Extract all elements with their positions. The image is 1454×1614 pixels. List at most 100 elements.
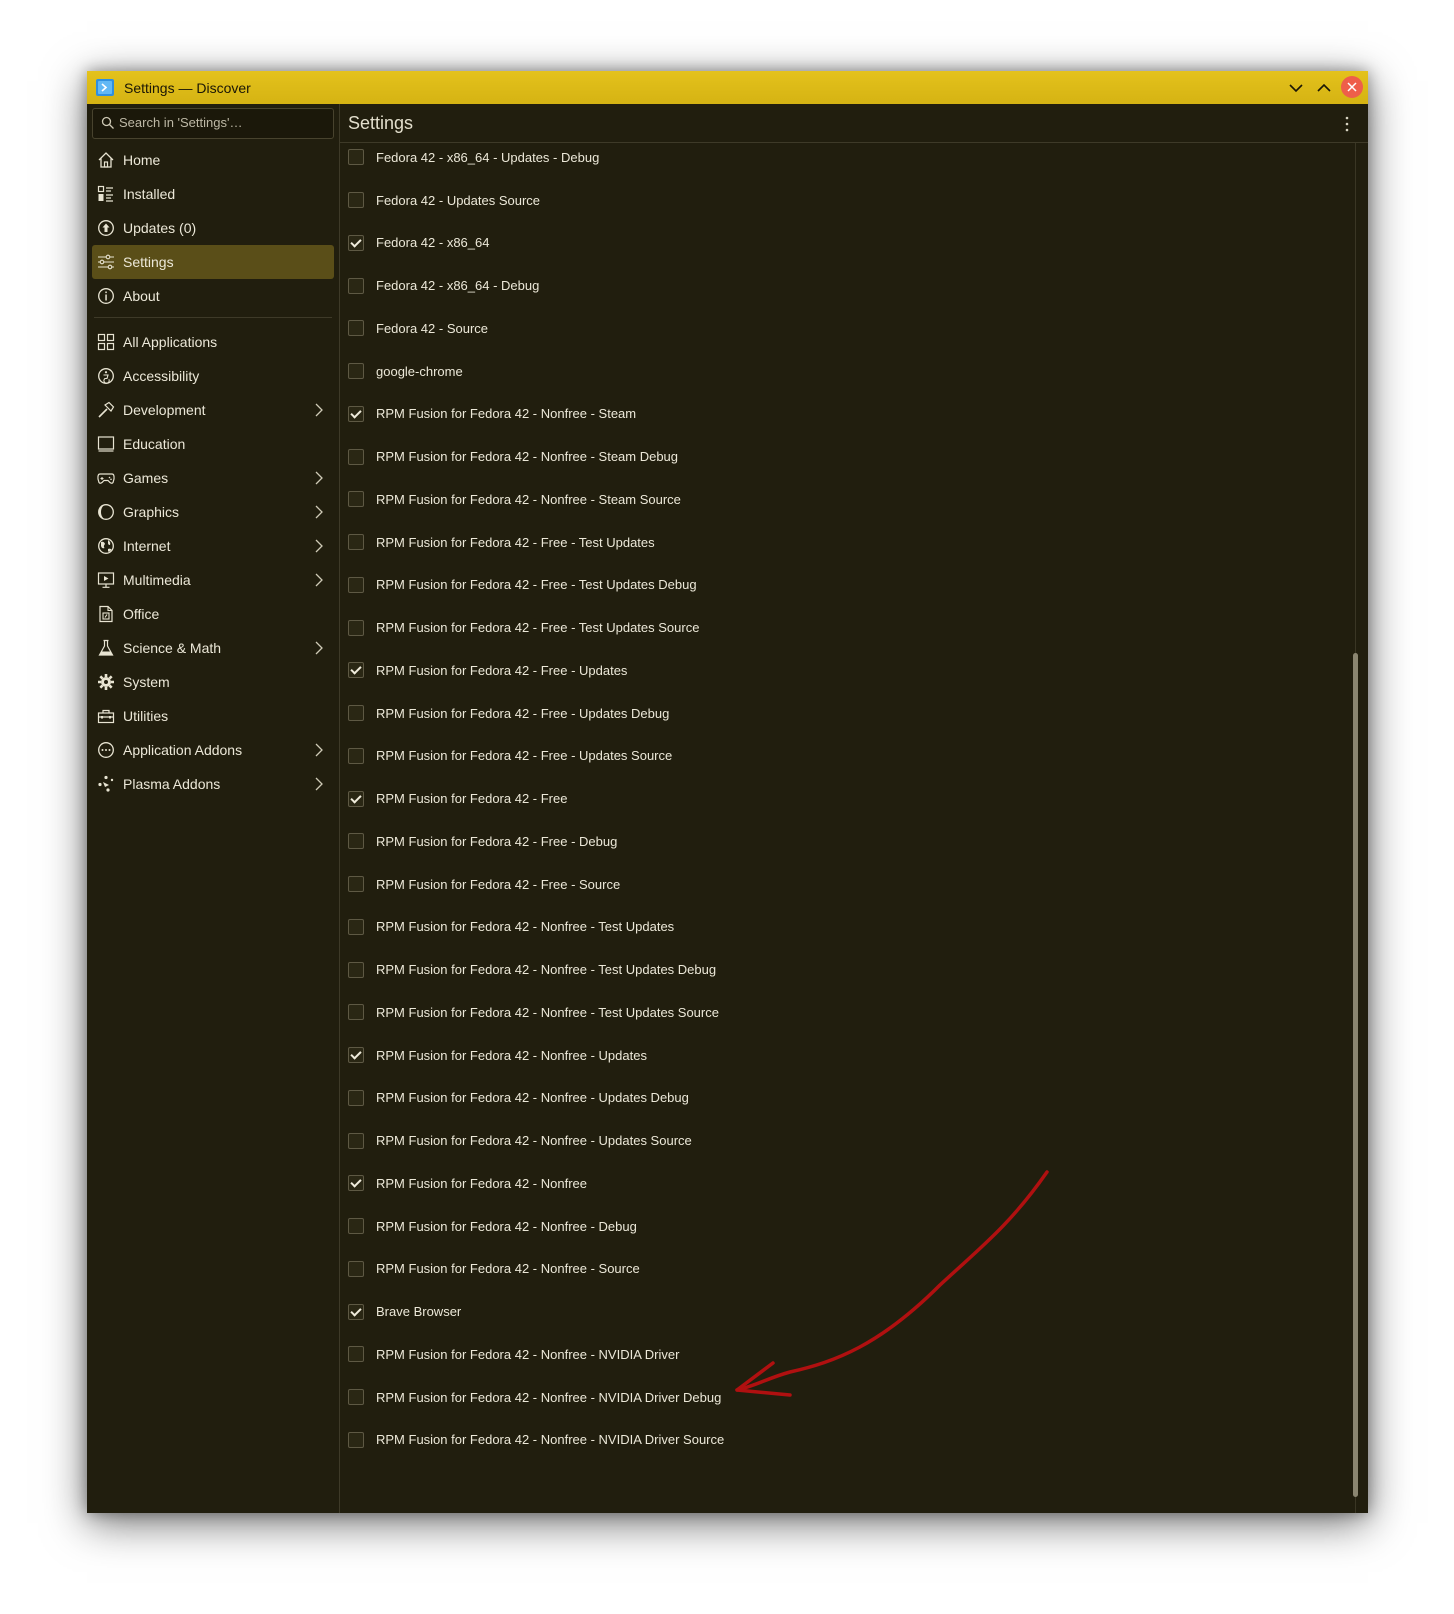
repository-row[interactable]: RPM Fusion for Fedora 42 - Nonfree - Ste… — [340, 478, 1300, 521]
sidebar-item-label: System — [123, 674, 170, 690]
repository-checkbox[interactable] — [348, 1004, 364, 1021]
sidebar-item-settings[interactable]: Settings — [92, 245, 334, 279]
repository-row[interactable]: Fedora 42 - x86_64 - Debug — [340, 264, 1300, 307]
sidebar-item-all-applications[interactable]: All Applications — [92, 325, 334, 359]
repository-checkbox[interactable] — [348, 405, 364, 422]
repository-row[interactable]: RPM Fusion for Fedora 42 - Free - Debug — [340, 820, 1300, 863]
repository-row[interactable]: RPM Fusion for Fedora 42 - Free - Update… — [340, 692, 1300, 735]
scrollbar-thumb[interactable] — [1353, 653, 1358, 1497]
repository-row[interactable]: RPM Fusion for Fedora 42 - Free - Test U… — [340, 521, 1300, 564]
repository-checkbox[interactable] — [348, 149, 364, 166]
sidebar-item-graphics[interactable]: Graphics — [92, 495, 334, 529]
repository-checkbox[interactable] — [348, 961, 364, 978]
sidebar-item-home[interactable]: Home — [92, 143, 334, 177]
title-bar[interactable]: Settings — Discover — [87, 71, 1368, 104]
repository-checkbox[interactable] — [348, 1175, 364, 1192]
repository-checkbox[interactable] — [348, 662, 364, 679]
sidebar-item-system[interactable]: System — [92, 665, 334, 699]
repository-checkbox[interactable] — [348, 747, 364, 764]
repository-checkbox[interactable] — [348, 1089, 364, 1106]
repository-row[interactable]: RPM Fusion for Fedora 42 - Free - Source — [340, 863, 1300, 906]
repository-row[interactable]: Fedora 42 - Source — [340, 307, 1300, 350]
sidebar-item-label: Updates (0) — [123, 220, 197, 236]
sidebar-item-application-addons[interactable]: Application Addons — [92, 733, 334, 767]
repository-row[interactable]: RPM Fusion for Fedora 42 - Nonfree - NVI… — [340, 1376, 1300, 1419]
kebab-menu-icon[interactable] — [1339, 114, 1355, 134]
sidebar-item-internet[interactable]: Internet — [92, 529, 334, 563]
sidebar-item-development[interactable]: Development — [92, 393, 334, 427]
maximize-icon[interactable] — [1313, 77, 1335, 99]
repository-checkbox[interactable] — [348, 918, 364, 935]
repository-checkbox[interactable] — [348, 1389, 364, 1406]
repository-checkbox[interactable] — [348, 833, 364, 850]
repository-row[interactable]: RPM Fusion for Fedora 42 - Nonfree - Tes… — [340, 991, 1300, 1034]
repository-label: RPM Fusion for Fedora 42 - Free - Update… — [376, 662, 628, 678]
repository-row[interactable]: RPM Fusion for Fedora 42 - Nonfree - Ste… — [340, 393, 1300, 436]
repository-checkbox[interactable] — [348, 1346, 364, 1363]
repository-row[interactable]: Fedora 42 - x86_64 - Updates - Debug — [340, 143, 1300, 179]
sidebar-item-updates[interactable]: Updates (0) — [92, 211, 334, 245]
repository-row[interactable]: RPM Fusion for Fedora 42 - Nonfree — [340, 1162, 1300, 1205]
repository-checkbox[interactable] — [348, 277, 364, 294]
repository-row[interactable]: google-chrome — [340, 350, 1300, 393]
repository-row[interactable]: Fedora 42 - x86_64 — [340, 222, 1300, 265]
repository-row[interactable]: Fedora 42 - Updates Source — [340, 179, 1300, 222]
info-icon — [97, 287, 115, 305]
sidebar-item-education[interactable]: Education — [92, 427, 334, 461]
repository-label: Fedora 42 - x86_64 - Updates - Debug — [376, 149, 600, 165]
close-icon[interactable] — [1341, 76, 1363, 98]
repository-row[interactable]: RPM Fusion for Fedora 42 - Nonfree - NVI… — [340, 1419, 1300, 1462]
search-input[interactable] — [119, 109, 324, 136]
repository-row[interactable]: RPM Fusion for Fedora 42 - Free — [340, 777, 1300, 820]
repository-row[interactable]: RPM Fusion for Fedora 42 - Free - Test U… — [340, 564, 1300, 607]
sidebar-item-multimedia[interactable]: Multimedia — [92, 563, 334, 597]
repository-checkbox[interactable] — [348, 192, 364, 209]
search-box[interactable] — [92, 108, 334, 139]
sidebar-item-utilities[interactable]: Utilities — [92, 699, 334, 733]
repository-row[interactable]: RPM Fusion for Fedora 42 - Free - Test U… — [340, 606, 1300, 649]
minimize-icon[interactable] — [1285, 77, 1307, 99]
repository-checkbox[interactable] — [348, 1132, 364, 1149]
repository-checkbox[interactable] — [348, 1303, 364, 1320]
sidebar-item-plasma-addons[interactable]: Plasma Addons — [92, 767, 334, 801]
repository-checkbox[interactable] — [348, 1431, 364, 1448]
repository-checkbox[interactable] — [348, 876, 364, 893]
repository-checkbox[interactable] — [348, 491, 364, 508]
repository-row[interactable]: RPM Fusion for Fedora 42 - Nonfree - Deb… — [340, 1205, 1300, 1248]
repository-checkbox[interactable] — [348, 1218, 364, 1235]
chevron-right-icon — [312, 504, 326, 520]
repository-row[interactable]: RPM Fusion for Fedora 42 - Nonfree - Upd… — [340, 1119, 1300, 1162]
repository-row[interactable]: RPM Fusion for Fedora 42 - Nonfree - Upd… — [340, 1034, 1300, 1077]
installed-list-icon — [97, 185, 115, 203]
repository-row[interactable]: Brave Browser — [340, 1290, 1300, 1333]
repository-label: Fedora 42 - x86_64 — [376, 235, 490, 251]
repository-checkbox[interactable] — [348, 234, 364, 251]
sidebar-item-office[interactable]: Office — [92, 597, 334, 631]
repository-checkbox[interactable] — [348, 790, 364, 807]
repository-label: RPM Fusion for Fedora 42 - Free - Update… — [376, 748, 673, 764]
repository-checkbox[interactable] — [348, 534, 364, 551]
repository-checkbox[interactable] — [348, 705, 364, 722]
repository-row[interactable]: RPM Fusion for Fedora 42 - Free - Update… — [340, 649, 1300, 692]
repository-label: Brave Browser — [376, 1304, 462, 1320]
repository-row[interactable]: RPM Fusion for Fedora 42 - Nonfree - Ste… — [340, 435, 1300, 478]
sidebar-item-games[interactable]: Games — [92, 461, 334, 495]
sidebar-item-about[interactable]: About — [92, 279, 334, 313]
repository-checkbox[interactable] — [348, 320, 364, 337]
repository-row[interactable]: RPM Fusion for Fedora 42 - Nonfree - Tes… — [340, 906, 1300, 949]
repository-row[interactable]: RPM Fusion for Fedora 42 - Nonfree - Sou… — [340, 1248, 1300, 1291]
repository-checkbox[interactable] — [348, 619, 364, 636]
repository-row[interactable]: RPM Fusion for Fedora 42 - Nonfree - Tes… — [340, 948, 1300, 991]
repository-checkbox[interactable] — [348, 1260, 364, 1277]
repository-label: Fedora 42 - x86_64 - Debug — [376, 278, 540, 294]
sidebar-item-accessibility[interactable]: Accessibility — [92, 359, 334, 393]
repository-checkbox[interactable] — [348, 1047, 364, 1064]
repository-row[interactable]: RPM Fusion for Fedora 42 - Free - Update… — [340, 735, 1300, 778]
repository-checkbox[interactable] — [348, 363, 364, 380]
sidebar-item-science-math[interactable]: Science & Math — [92, 631, 334, 665]
repository-checkbox[interactable] — [348, 448, 364, 465]
sidebar-item-installed[interactable]: Installed — [92, 177, 334, 211]
repository-checkbox[interactable] — [348, 576, 364, 593]
repository-row[interactable]: RPM Fusion for Fedora 42 - Nonfree - NVI… — [340, 1333, 1300, 1376]
repository-row[interactable]: RPM Fusion for Fedora 42 - Nonfree - Upd… — [340, 1077, 1300, 1120]
